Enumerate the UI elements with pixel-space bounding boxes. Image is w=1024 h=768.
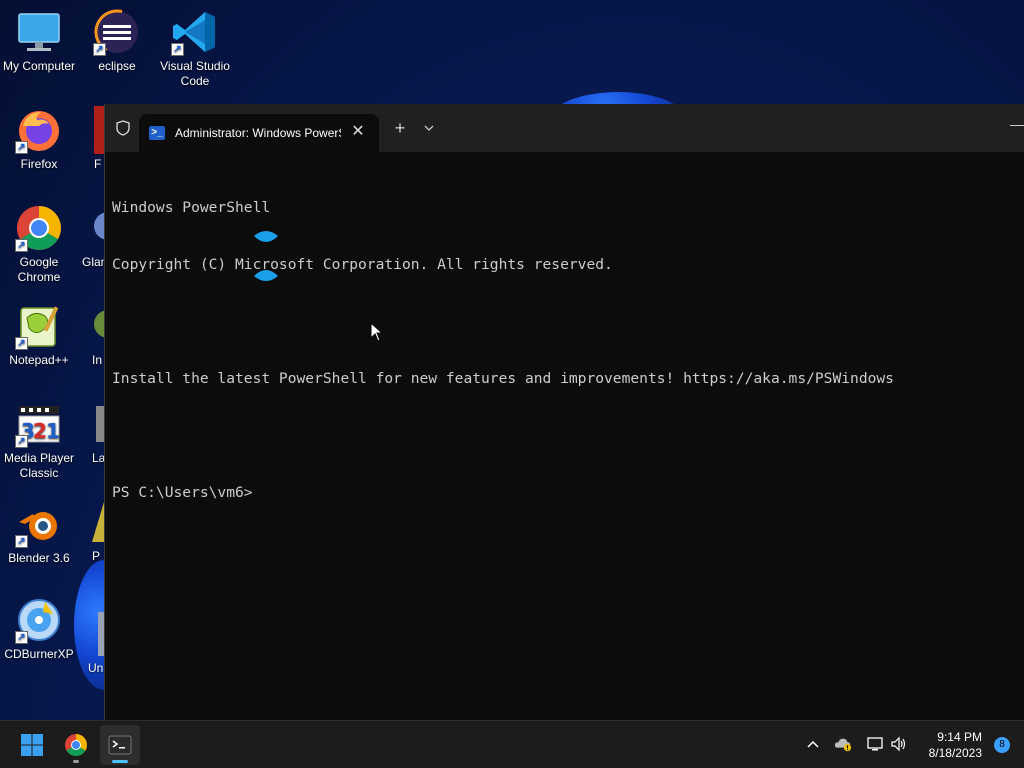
selection-handle-bottom[interactable] [253,266,279,282]
desktop-icon-notepadpp[interactable]: ↗ Notepad++ [0,302,78,368]
desktop-icon-cdburnerxp[interactable]: ↗ CDBurnerXP [0,596,78,662]
desktop-icon-label: My Computer [2,59,76,73]
taskbar-terminal-button[interactable] [100,725,140,765]
desktop-icon-label: Firefox [20,157,58,171]
terminal-line: Install the latest PowerShell for new fe… [112,370,894,387]
chevron-down-icon[interactable] [418,117,440,139]
shortcut-arrow-icon: ↗ [15,141,28,154]
mouse-pointer-icon [370,322,384,342]
desktop-icon-my-computer[interactable]: My Computer [0,8,78,74]
desktop-icon-label: eclipse [98,59,136,73]
taskbar: 9:14 PM 8/18/2023 8 [0,720,1024,768]
terminal-line: Copyright (C) Microsoft Corporation. All… [112,256,613,273]
svg-text:1: 1 [46,419,60,443]
desktop-icon-label: CDBurnerXP [4,647,74,661]
powershell-icon: >_ [149,126,165,140]
network-icon[interactable] [866,735,884,753]
windows-logo-icon [21,734,43,756]
desktop-icon-chrome[interactable]: ↗ Google Chrome [0,204,78,285]
taskbar-chrome-button[interactable] [56,725,96,765]
new-tab-button[interactable]: + [389,117,411,139]
shield-icon[interactable] [111,116,135,140]
terminal-icon [108,735,132,755]
desktop-icon-label: Blender 3.6 [8,551,70,565]
eclipse-icon: ↗ [93,8,141,56]
desktop-icon-firefox[interactable]: ↗ Firefox [0,106,78,172]
chrome-icon: ↗ [15,204,63,252]
shortcut-arrow-icon: ↗ [93,43,106,56]
desktop-icon-blender[interactable]: ↗ Blender 3.6 [0,500,78,566]
blender-icon: ↗ [15,500,63,548]
monitor-icon [15,8,63,56]
desktop-icon-media-player-classic[interactable]: 321 ↗ Media Player Classic [0,400,78,481]
firefox-icon: ↗ [15,106,63,154]
terminal-titlebar[interactable]: >_ Administrator: Windows PowerShell ✕ + [105,104,1024,152]
system-clock[interactable]: 9:14 PM 8/18/2023 [929,729,982,761]
desktop-icon-label: Media Player Classic [3,451,75,480]
shortcut-arrow-icon: ↗ [15,631,28,644]
tab-title: Administrator: Windows PowerShell [175,126,341,140]
running-indicator [73,760,79,763]
media-player-icon: 321 ↗ [15,400,63,448]
shortcut-arrow-icon: ↗ [171,43,184,56]
shortcut-arrow-icon: ↗ [15,337,28,350]
chrome-icon [65,734,87,756]
terminal-prompt: PS C:\Users\vm6> [112,484,253,501]
clock-time: 9:14 PM [937,730,982,744]
desktop-icon-eclipse[interactable]: ↗ eclipse [78,8,156,74]
volume-icon[interactable] [890,735,908,753]
clock-date: 8/18/2023 [928,746,982,760]
shortcut-arrow-icon: ↗ [15,239,28,252]
desktop-icon-label: Google Chrome [17,255,61,284]
onedrive-warning-icon[interactable] [834,735,852,753]
cdburnerxp-icon: ↗ [15,596,63,644]
tab-powershell[interactable]: >_ Administrator: Windows PowerShell ✕ [139,114,379,152]
notepadpp-icon: ↗ [15,302,63,350]
chevron-up-icon[interactable] [804,735,822,753]
notification-badge[interactable]: 8 [994,737,1010,753]
close-icon[interactable]: ✕ [349,123,367,141]
start-button[interactable] [12,725,52,765]
active-indicator [112,760,128,763]
desktop-icon-label: Visual Studio Code [160,59,230,88]
desktop-icon-label: Notepad++ [9,353,69,367]
terminal-line: Windows PowerShell [112,199,271,216]
desktop-icon-vscode[interactable]: ↗ Visual Studio Code [156,8,234,89]
selection-handle-top[interactable] [253,230,279,246]
terminal-window[interactable]: >_ Administrator: Windows PowerShell ✕ +… [104,104,1024,720]
shortcut-arrow-icon: ↗ [15,435,28,448]
terminal-output[interactable]: Windows PowerShell Copyright (C) Microso… [105,152,1024,540]
minimize-button[interactable] [1010,112,1024,126]
shortcut-arrow-icon: ↗ [15,535,28,548]
vscode-icon: ↗ [171,8,219,56]
svg-text:2: 2 [33,419,47,443]
